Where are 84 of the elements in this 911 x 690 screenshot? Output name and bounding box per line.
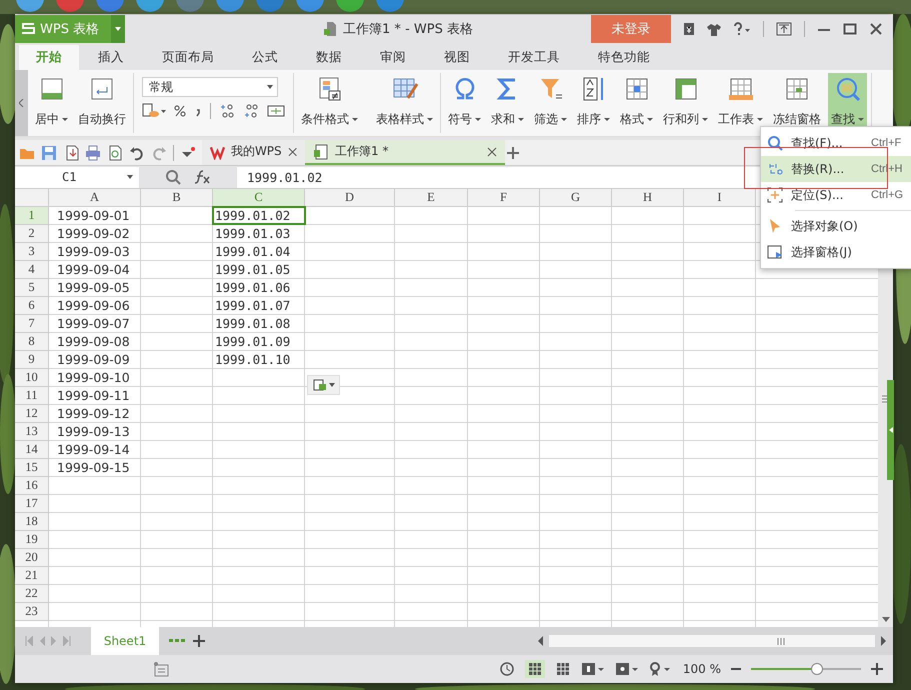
row-header[interactable]: 23 <box>15 603 49 621</box>
row-header[interactable]: 2 <box>15 225 49 243</box>
table-cell-text: 1999.01.04 <box>214 243 292 260</box>
table-cell-text: 1999.01.05 <box>214 261 292 278</box>
table-cell-text: 1999-09-11 <box>56 387 131 404</box>
table-cell-text: 1999-09-12 <box>56 405 131 422</box>
table-cell-text: 1999-09-01 <box>56 207 131 224</box>
ribbon-tab[interactable]: 插入 <box>79 45 143 70</box>
column-header[interactable]: A <box>49 189 141 207</box>
ribbon-button[interactable]: 排序 <box>574 73 613 133</box>
ribbon-button[interactable]: 符号 <box>445 73 484 133</box>
sheet-tab[interactable]: Sheet1 <box>91 627 159 655</box>
ribbon-tab[interactable]: 审阅 <box>361 45 425 70</box>
column-header[interactable]: C <box>213 189 305 207</box>
column-header[interactable]: E <box>395 189 468 207</box>
table-cell-text: 1999-09-03 <box>56 243 131 260</box>
row-header[interactable]: 17 <box>15 495 49 513</box>
table-cell-text: 1999-09-08 <box>56 333 131 350</box>
ribbon-button[interactable]: 自动换行 <box>75 73 129 133</box>
name-box[interactable]: C1 <box>15 166 139 188</box>
number-format-select[interactable]: 常规 <box>142 77 278 97</box>
ribbon-button[interactable]: 条件格式 <box>298 73 361 133</box>
row-header[interactable]: 7 <box>15 315 49 333</box>
ribbon-button[interactable]: 工作表 <box>715 73 766 133</box>
row-header[interactable]: 13 <box>15 423 49 441</box>
row-header[interactable]: 6 <box>15 297 49 315</box>
document-tab[interactable]: 我的WPS <box>202 140 305 165</box>
row-header[interactable]: 19 <box>15 531 49 549</box>
ribbon-tab[interactable]: 视图 <box>425 45 489 70</box>
column-header[interactable]: B <box>141 189 213 207</box>
table-cell-text: 1999-09-10 <box>56 369 131 386</box>
row-header[interactable]: 8 <box>15 333 49 351</box>
table-cell-text: 1999-09-04 <box>56 261 131 278</box>
column-header[interactable]: G <box>540 189 612 207</box>
table-cell-text: 1999.01.09 <box>214 333 292 350</box>
column-header[interactable]: D <box>305 189 395 207</box>
menu-item[interactable]: 选择对象(O) <box>761 213 911 239</box>
ribbon-button[interactable]: 居中 <box>32 73 71 133</box>
ribbon-tab[interactable]: 特色功能 <box>579 45 669 70</box>
row-header[interactable]: 11 <box>15 387 49 405</box>
table-cell-text: 1999-09-13 <box>56 423 131 440</box>
row-header[interactable]: 12 <box>15 405 49 423</box>
table-cell-text: 1999-09-09 <box>56 351 131 368</box>
menu-item[interactable]: 选择窗格(J) <box>761 239 911 265</box>
table-cell-text: 1999.01.07 <box>214 297 292 314</box>
ribbon-tab[interactable]: 数据 <box>297 45 361 70</box>
ribbon-tab[interactable]: 页面布局 <box>143 45 233 70</box>
table-cell-text: 1999-09-14 <box>56 441 131 458</box>
table-cell-text: 1999-09-06 <box>56 297 131 314</box>
ribbon-button[interactable]: 行和列 <box>660 73 711 133</box>
row-header[interactable]: 22 <box>15 585 49 603</box>
document-tab[interactable]: 工作簿1 * <box>305 140 505 165</box>
row-header[interactable]: 5 <box>15 279 49 297</box>
ribbon-button[interactable]: 筛选 <box>531 73 570 133</box>
table-cell-text: 1999.01.03 <box>214 225 292 242</box>
ribbon-button[interactable]: 表格样式 <box>373 73 436 133</box>
table-cell-text: 1999-09-07 <box>56 315 131 332</box>
selected-cell[interactable]: 1999.01.02 <box>213 207 305 224</box>
row-header[interactable]: 14 <box>15 441 49 459</box>
ribbon-tab[interactable]: 公式 <box>233 45 297 70</box>
row-header[interactable]: 3 <box>15 243 49 261</box>
row-header[interactable]: 15 <box>15 459 49 477</box>
ribbon-button[interactable]: 格式 <box>617 73 656 133</box>
zoom-level: 100 % <box>682 662 721 676</box>
table-cell-text: 1999-09-02 <box>56 225 131 242</box>
column-header[interactable]: I <box>684 189 756 207</box>
table-cell-text: 1999.01.06 <box>214 279 292 296</box>
column-header[interactable]: H <box>612 189 684 207</box>
table-cell-text: 1999-09-15 <box>56 459 131 476</box>
row-header[interactable]: 10 <box>15 369 49 387</box>
row-header[interactable]: 16 <box>15 477 49 495</box>
ribbon-tab[interactable]: 开发工具 <box>489 45 579 70</box>
window-title: 工作簿1 * - WPS 表格 <box>343 21 473 38</box>
table-cell-text: 1999.01.08 <box>214 315 292 332</box>
row-header[interactable]: 1 <box>15 207 49 225</box>
column-header[interactable]: F <box>468 189 540 207</box>
table-cell-text: 1999.01.10 <box>214 351 292 368</box>
row-header[interactable]: 4 <box>15 261 49 279</box>
table-cell-text: 1999-09-05 <box>56 279 131 296</box>
row-header[interactable]: 18 <box>15 513 49 531</box>
row-header[interactable]: 21 <box>15 567 49 585</box>
row-header[interactable]: 20 <box>15 549 49 567</box>
ribbon-button[interactable]: 求和 <box>488 73 527 133</box>
row-header[interactable]: 9 <box>15 351 49 369</box>
